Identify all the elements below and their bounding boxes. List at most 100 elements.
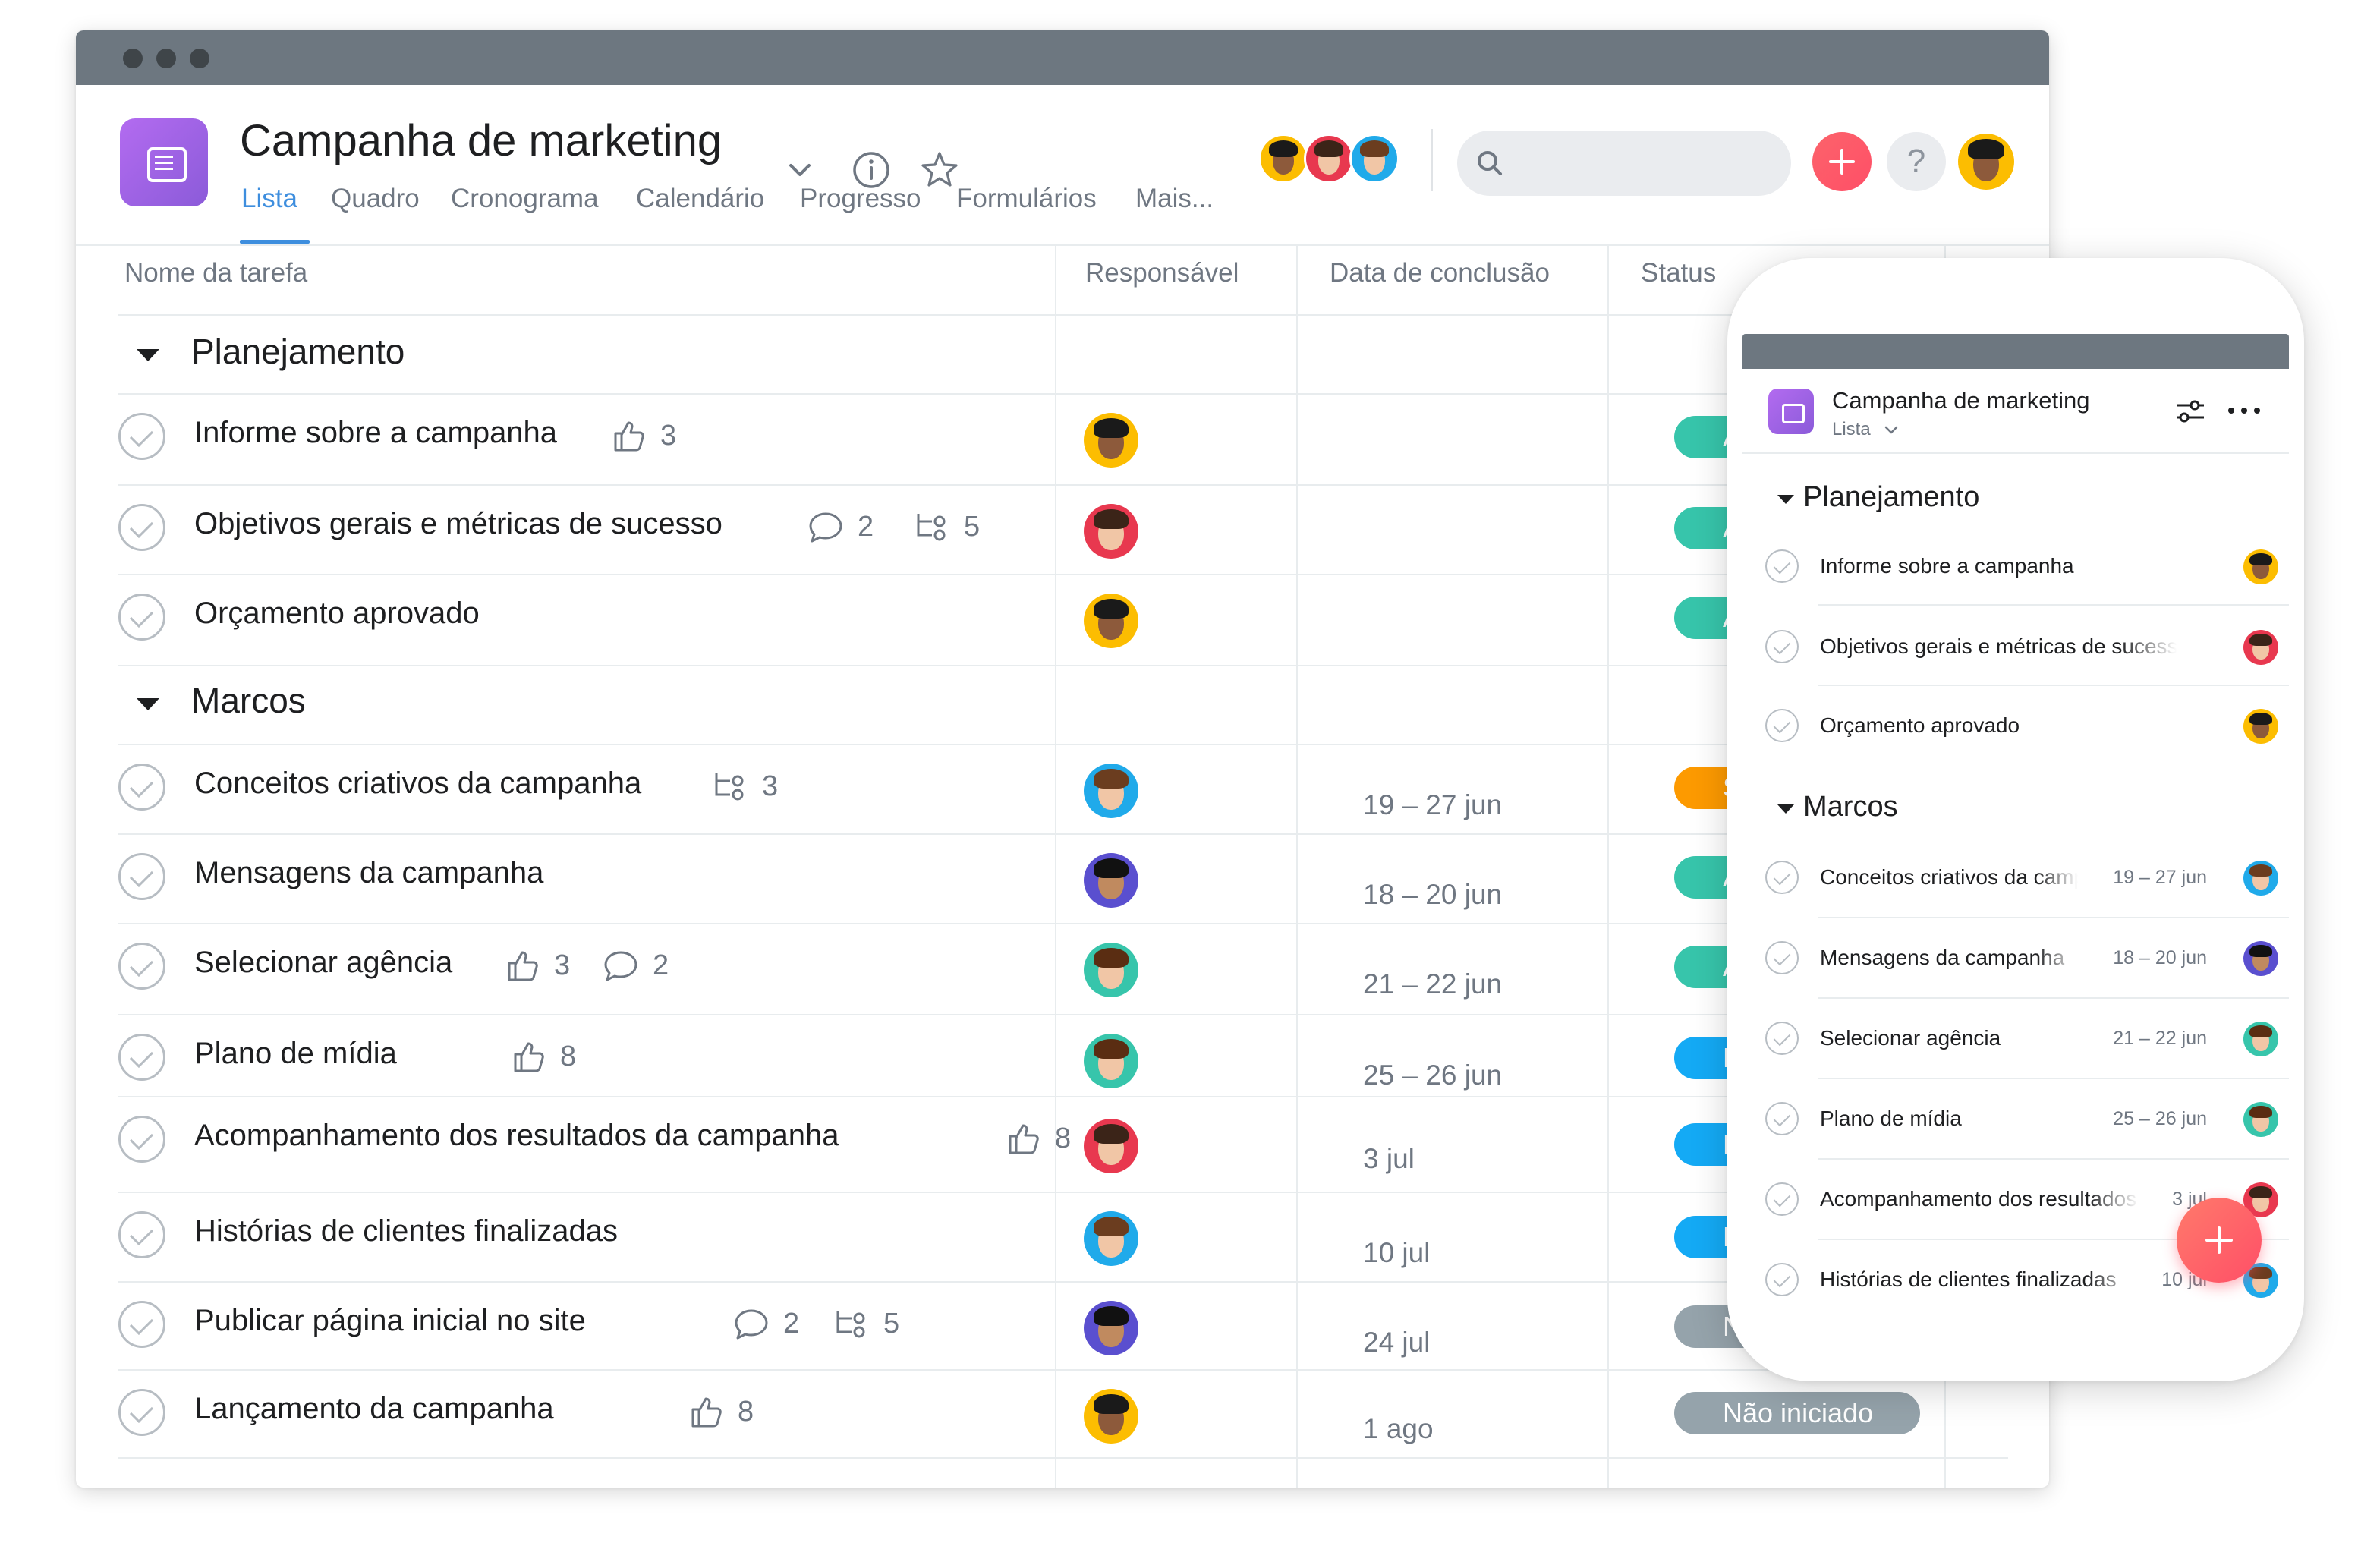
task-comments[interactable]: 2 bbox=[806, 504, 874, 549]
window-minimize-dot[interactable] bbox=[156, 49, 176, 68]
complete-checkbox[interactable] bbox=[118, 504, 165, 551]
assignee-avatar[interactable] bbox=[1084, 943, 1138, 997]
complete-checkbox[interactable] bbox=[118, 943, 165, 990]
complete-checkbox[interactable] bbox=[118, 1034, 165, 1081]
section-header-planejamento[interactable]: Planejamento bbox=[191, 331, 405, 372]
mobile-task-row[interactable]: Objetivos gerais e métricas de sucesso bbox=[1765, 607, 2289, 688]
mobile-task-row[interactable]: Selecionar agência 21 – 22 jun bbox=[1765, 999, 2289, 1079]
floating-add-button[interactable] bbox=[2177, 1198, 2262, 1283]
task-subtasks[interactable]: 5 bbox=[912, 504, 980, 549]
task-name[interactable]: Acompanhamento dos resultados da campanh… bbox=[194, 1119, 839, 1153]
complete-checkbox[interactable] bbox=[118, 594, 165, 641]
task-name[interactable]: Lançamento da campanha bbox=[194, 1392, 554, 1426]
task-likes[interactable]: 8 bbox=[1005, 1116, 1071, 1161]
due-date[interactable]: 19 – 27 jun bbox=[1363, 789, 1502, 821]
due-date[interactable]: 10 jul bbox=[1363, 1237, 1430, 1269]
complete-checkbox[interactable] bbox=[118, 1301, 165, 1348]
complete-checkbox[interactable] bbox=[118, 764, 165, 811]
task-likes[interactable]: 8 bbox=[688, 1389, 754, 1434]
window-maximize-dot[interactable] bbox=[190, 49, 209, 68]
complete-checkbox[interactable] bbox=[1765, 709, 1799, 742]
assignee-avatar[interactable] bbox=[1084, 764, 1138, 818]
column-header-assignee[interactable]: Responsável bbox=[1085, 258, 1239, 288]
complete-checkbox[interactable] bbox=[118, 1116, 165, 1163]
complete-checkbox[interactable] bbox=[118, 1389, 165, 1436]
assignee-avatar[interactable] bbox=[1084, 1034, 1138, 1088]
complete-checkbox[interactable] bbox=[1765, 861, 1799, 894]
task-name[interactable]: Mensagens da campanha bbox=[194, 856, 543, 890]
chevron-down-icon[interactable] bbox=[786, 161, 814, 179]
column-header-status[interactable]: Status bbox=[1641, 258, 1716, 288]
assignee-avatar[interactable] bbox=[1084, 1301, 1138, 1355]
window-close-dot[interactable] bbox=[123, 49, 143, 68]
complete-checkbox[interactable] bbox=[1765, 1102, 1799, 1135]
complete-checkbox[interactable] bbox=[1765, 1182, 1799, 1216]
complete-checkbox[interactable] bbox=[118, 413, 165, 460]
task-name[interactable]: Selecionar agência bbox=[194, 946, 452, 980]
assignee-avatar[interactable] bbox=[1084, 594, 1138, 648]
tab-quadro[interactable]: Quadro bbox=[331, 184, 420, 214]
mobile-task-row[interactable]: Mensagens da campanha 18 – 20 jun bbox=[1765, 918, 2289, 999]
tab-calendario[interactable]: Calendário bbox=[636, 184, 764, 214]
section-collapse-icon[interactable] bbox=[137, 698, 159, 710]
task-comments[interactable]: 2 bbox=[601, 943, 669, 988]
task-name[interactable]: Informe sobre a campanha bbox=[194, 416, 557, 450]
task-subtasks[interactable]: 5 bbox=[832, 1301, 899, 1346]
complete-checkbox[interactable] bbox=[1765, 941, 1799, 974]
help-button[interactable]: ? bbox=[1887, 132, 1946, 191]
section-header-marcos[interactable]: Marcos bbox=[191, 680, 306, 721]
complete-checkbox[interactable] bbox=[118, 853, 165, 900]
tab-lista[interactable]: Lista bbox=[241, 184, 298, 214]
task-subtasks[interactable]: 3 bbox=[710, 764, 778, 809]
due-date[interactable]: 25 – 26 jun bbox=[1363, 1060, 1502, 1091]
task-likes[interactable]: 3 bbox=[504, 943, 570, 988]
column-header-due[interactable]: Data de conclusão bbox=[1330, 258, 1550, 288]
mobile-section-marcos[interactable]: Marcos bbox=[1803, 791, 1898, 823]
task-name[interactable]: Objetivos gerais e métricas de sucesso bbox=[194, 507, 722, 541]
tab-mais[interactable]: Mais... bbox=[1135, 184, 1214, 214]
task-name[interactable]: Plano de mídia bbox=[194, 1037, 397, 1071]
complete-checkbox[interactable] bbox=[1765, 1022, 1799, 1055]
filter-icon[interactable] bbox=[2174, 396, 2207, 427]
assignee-avatar[interactable] bbox=[1084, 1211, 1138, 1266]
complete-checkbox[interactable] bbox=[1765, 549, 1799, 583]
assignee-avatar[interactable] bbox=[1084, 1389, 1138, 1444]
task-name[interactable]: Histórias de clientes finalizadas bbox=[194, 1214, 618, 1248]
task-likes[interactable]: 3 bbox=[610, 413, 676, 458]
tab-formularios[interactable]: Formulários bbox=[956, 184, 1097, 214]
status-badge[interactable]: Não iniciado bbox=[1674, 1392, 1921, 1434]
due-date[interactable]: 3 jul bbox=[1363, 1143, 1415, 1175]
section-collapse-icon[interactable] bbox=[1777, 495, 1794, 504]
due-date[interactable]: 1 ago bbox=[1363, 1413, 1434, 1445]
more-icon[interactable] bbox=[2225, 399, 2263, 422]
task-likes[interactable]: 8 bbox=[510, 1034, 576, 1079]
task-name[interactable]: Publicar página inicial no site bbox=[194, 1304, 586, 1338]
column-header-task[interactable]: Nome da tarefa bbox=[124, 258, 307, 288]
user-avatar[interactable] bbox=[1958, 134, 2014, 190]
assignee-avatar[interactable] bbox=[1084, 413, 1138, 468]
section-collapse-icon[interactable] bbox=[137, 349, 159, 361]
search-input[interactable] bbox=[1457, 131, 1791, 196]
mobile-task-row[interactable]: Plano de mídia 25 – 26 jun bbox=[1765, 1079, 2289, 1160]
task-name[interactable]: Orçamento aprovado bbox=[194, 597, 480, 631]
star-icon[interactable] bbox=[918, 149, 961, 191]
mobile-section-planejamento[interactable]: Planejamento bbox=[1803, 481, 1979, 514]
tab-progresso[interactable]: Progresso bbox=[800, 184, 921, 214]
member-avatar[interactable] bbox=[1258, 134, 1308, 184]
mobile-task-row[interactable]: Orçamento aprovado bbox=[1765, 686, 2289, 767]
complete-checkbox[interactable] bbox=[1765, 1263, 1799, 1296]
member-avatar[interactable] bbox=[1349, 134, 1399, 184]
assignee-avatar[interactable] bbox=[1084, 853, 1138, 908]
complete-checkbox[interactable] bbox=[1765, 630, 1799, 663]
due-date[interactable]: 24 jul bbox=[1363, 1327, 1430, 1359]
due-date[interactable]: 21 – 22 jun bbox=[1363, 968, 1502, 1000]
task-name[interactable]: Conceitos criativos da campanha bbox=[194, 767, 641, 801]
mobile-view-switcher[interactable]: Lista bbox=[1832, 419, 1900, 440]
mobile-task-row[interactable]: Conceitos criativos da campanha 19 – 27 … bbox=[1765, 838, 2289, 918]
member-avatar[interactable] bbox=[1304, 134, 1354, 184]
section-collapse-icon[interactable] bbox=[1777, 804, 1794, 814]
assignee-avatar[interactable] bbox=[1084, 1119, 1138, 1173]
add-button[interactable] bbox=[1812, 132, 1872, 191]
due-date[interactable]: 18 – 20 jun bbox=[1363, 879, 1502, 911]
assignee-avatar[interactable] bbox=[1084, 504, 1138, 559]
